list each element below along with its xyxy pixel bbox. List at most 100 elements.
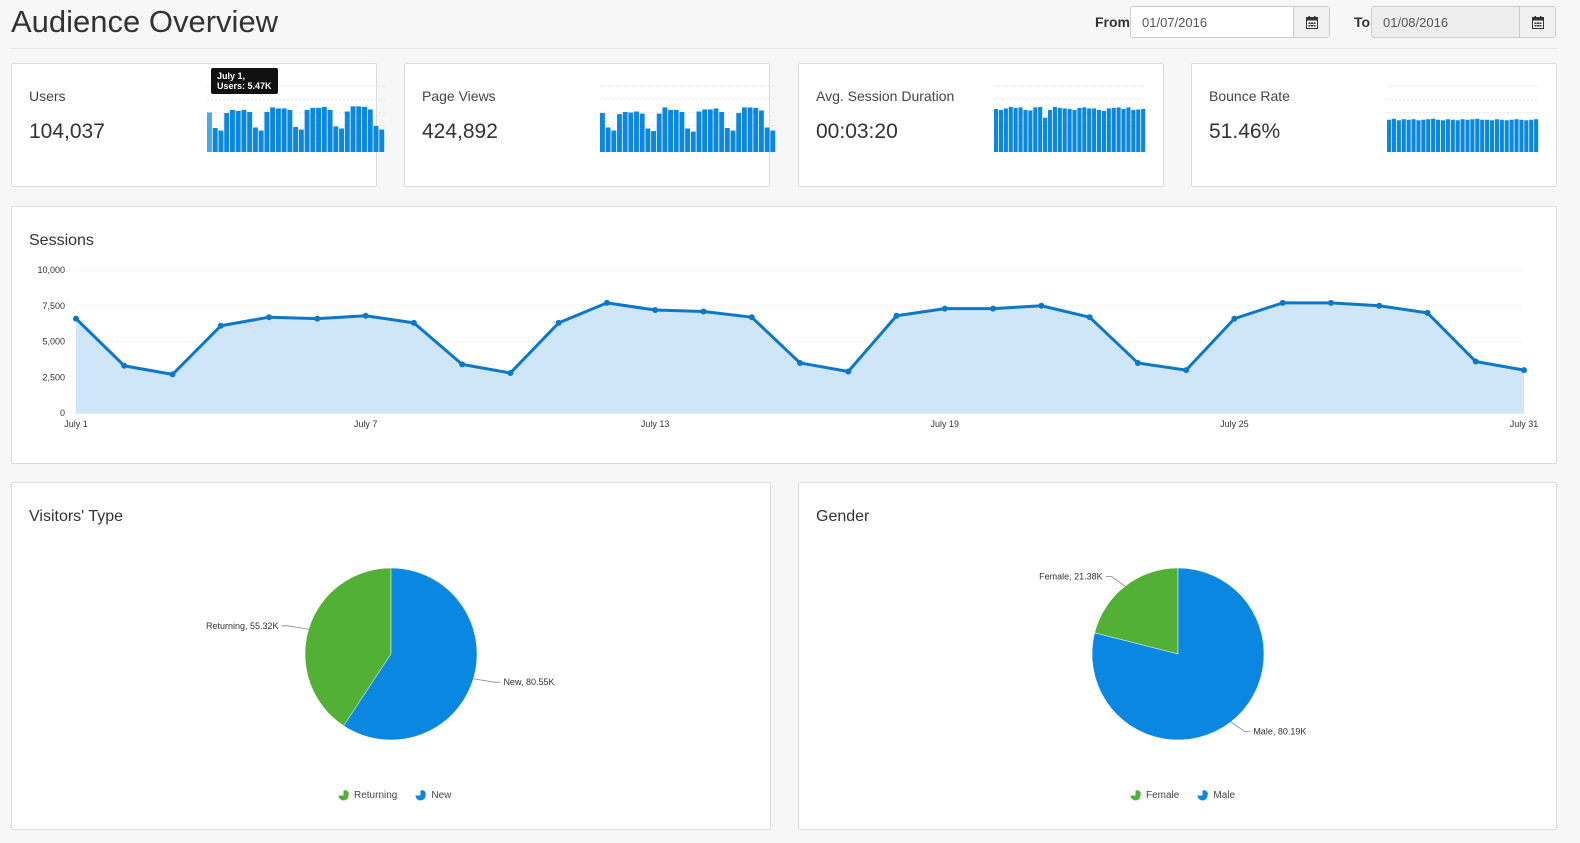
sparkline-bar[interactable] <box>1455 120 1460 152</box>
sessions-point[interactable] <box>652 307 659 314</box>
sessions-chart[interactable]: 10,000 7,500 5,000 2,500 0July 1 July 7 July 1… <box>12 257 1556 437</box>
sparkline-bar[interactable] <box>1008 106 1013 152</box>
sparkline-bar[interactable] <box>316 107 322 152</box>
sessions-point[interactable] <box>797 359 803 366</box>
sparkline-bar[interactable] <box>994 108 999 152</box>
sparkline-bar[interactable] <box>1499 119 1504 152</box>
sessions-point[interactable] <box>603 299 610 306</box>
sparkline-bar[interactable] <box>753 107 759 152</box>
sparkline-bar[interactable] <box>1062 108 1067 152</box>
visitors-type-pie[interactable]: Returning, 55.32K New, 80.55K <box>12 483 770 783</box>
sparkline-bar[interactable] <box>1485 119 1490 152</box>
sessions-point[interactable] <box>217 322 224 329</box>
sparkline-bar[interactable] <box>1440 120 1446 152</box>
sparkline-bar[interactable] <box>258 130 264 152</box>
sparkline-bar[interactable] <box>1072 109 1077 152</box>
sessions-point[interactable] <box>1231 315 1238 322</box>
sparkline-bar[interactable] <box>321 106 327 152</box>
sessions-point[interactable] <box>845 368 852 375</box>
sparkline-bar[interactable] <box>1111 107 1116 152</box>
sparkline-bar[interactable] <box>758 110 764 152</box>
sessions-point[interactable] <box>73 315 79 322</box>
sparkline-bar[interactable] <box>1077 107 1082 152</box>
sparkline-bar[interactable] <box>350 106 356 152</box>
sparkline-bar[interactable] <box>1052 106 1057 152</box>
from-calendar-button[interactable] <box>1293 7 1329 37</box>
sparkline-bar[interactable] <box>362 106 367 152</box>
sparkline-bar[interactable] <box>1529 119 1534 152</box>
sparkline-bar[interactable] <box>333 126 339 152</box>
sessions-point[interactable] <box>266 314 273 321</box>
sparkline-bar[interactable] <box>1470 119 1475 152</box>
sparkline-bar[interactable] <box>1003 108 1008 152</box>
sparkline-bar[interactable] <box>304 109 310 152</box>
sparkline-bar[interactable] <box>1519 119 1524 152</box>
sessions-point[interactable] <box>700 308 707 315</box>
sparkline-bar[interactable] <box>662 107 668 152</box>
sparkline-bar[interactable] <box>1411 119 1416 152</box>
sessions-point[interactable] <box>1086 314 1093 321</box>
sparkline-bar[interactable] <box>1426 119 1431 152</box>
sessions-point[interactable] <box>169 371 176 378</box>
sparkline-bar[interactable] <box>656 113 662 152</box>
sparkline-bar[interactable] <box>600 113 605 152</box>
gender-pie[interactable]: Female, 21.38K Male, 80.19K <box>799 483 1556 783</box>
sparkline-bar[interactable] <box>1489 120 1495 152</box>
sparkline-bar[interactable] <box>1126 107 1131 152</box>
sparkline-bar[interactable] <box>1033 107 1038 152</box>
sparkline-bar[interactable] <box>1406 119 1411 152</box>
sparkline-bar[interactable] <box>1504 120 1509 152</box>
sparkline-bar[interactable] <box>212 127 218 152</box>
sessions-point[interactable] <box>941 305 948 312</box>
sparkline-bar[interactable] <box>270 107 276 152</box>
sparkline-bar[interactable] <box>673 109 679 152</box>
sparkline-bar[interactable] <box>1106 108 1111 152</box>
sparkline-bar[interactable] <box>645 128 651 152</box>
sparkline-bar[interactable] <box>1514 119 1519 152</box>
sparkline-bar[interactable] <box>252 127 258 152</box>
sparkline-bar[interactable] <box>241 109 247 152</box>
sparkline-bar[interactable] <box>1043 117 1048 152</box>
sparkline-bar[interactable] <box>1092 108 1097 152</box>
sparkline-bar[interactable] <box>1416 120 1421 152</box>
sparkline-bar[interactable] <box>356 106 362 152</box>
sparkline-bar[interactable] <box>741 107 747 152</box>
sparkline-bar[interactable] <box>1460 119 1465 152</box>
sparkline-bar[interactable] <box>770 130 776 152</box>
sparkline-bar[interactable] <box>264 112 270 152</box>
sparkline-bar[interactable] <box>235 110 241 152</box>
sparkline-bar[interactable] <box>764 127 770 152</box>
sparkline-bar[interactable] <box>634 111 639 152</box>
sparkline-bar[interactable] <box>247 112 253 152</box>
sparkline-bar[interactable] <box>628 112 634 152</box>
sessions-point[interactable] <box>362 312 369 319</box>
sparkline-bar[interactable] <box>373 125 379 152</box>
sparkline-bar[interactable] <box>1082 107 1087 152</box>
sessions-point[interactable] <box>1521 367 1527 374</box>
legend-item-male[interactable]: Male <box>1197 790 1235 801</box>
sparkline-bar[interactable] <box>611 130 617 152</box>
sparkline-bar[interactable] <box>1067 108 1072 152</box>
sparkline-bar[interactable] <box>679 112 685 152</box>
sparkline-bar[interactable] <box>707 109 713 152</box>
from-date-input[interactable] <box>1131 7 1293 37</box>
sparkline-bar[interactable] <box>1028 110 1033 152</box>
sessions-point[interactable] <box>748 314 755 321</box>
sparkline-bar[interactable] <box>344 111 350 152</box>
sparkline-bar[interactable] <box>379 129 385 152</box>
sparkline-bar[interactable] <box>1116 107 1121 152</box>
to-date-input[interactable] <box>1372 7 1519 37</box>
legend-item-returning[interactable]: Returning <box>338 790 397 801</box>
sparkline-bar[interactable] <box>1480 119 1485 152</box>
sparkline-bar[interactable] <box>696 111 702 152</box>
sparkline-bar[interactable] <box>1475 118 1480 152</box>
sparkline-bar[interactable] <box>298 129 304 152</box>
sparkline-bar[interactable] <box>1131 109 1136 152</box>
to-calendar-button[interactable] <box>1519 7 1555 37</box>
sparkline-bar[interactable] <box>1445 119 1450 152</box>
sparkline-bar[interactable] <box>293 126 299 152</box>
sparkline-bar[interactable] <box>1524 120 1529 152</box>
sparkline-bar[interactable] <box>1023 109 1028 152</box>
sparkline-bar[interactable] <box>1421 119 1426 152</box>
sparkline-bar[interactable] <box>1509 119 1514 152</box>
